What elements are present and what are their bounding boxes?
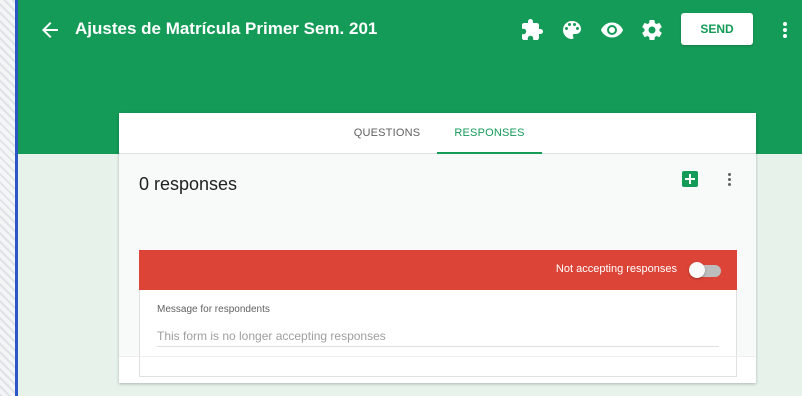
responses-panel: 0 responses Not accepting responses Mess…	[119, 154, 756, 377]
create-spreadsheet-icon[interactable]	[682, 171, 698, 187]
accepting-responses-toggle[interactable]	[689, 262, 721, 278]
form-title: Ajustes de Matrícula Primer Sem. 201	[75, 19, 378, 38]
more-vert-icon[interactable]	[781, 18, 789, 42]
tab-bar: QUESTIONS RESPONSES	[119, 113, 756, 154]
toggle-thumb	[689, 262, 705, 278]
more-dot	[783, 34, 787, 38]
preview-eye-icon[interactable]	[600, 18, 624, 42]
more-dot	[783, 22, 787, 26]
accepting-responses-bar: Not accepting responses	[139, 250, 737, 290]
more-dot	[728, 173, 731, 176]
tab-questions[interactable]: QUESTIONS	[337, 113, 437, 153]
form-card: QUESTIONS RESPONSES 0 responses Not acce…	[119, 113, 756, 383]
send-button[interactable]: SEND	[681, 13, 753, 45]
tab-responses[interactable]: RESPONSES	[437, 113, 542, 154]
addons-puzzle-icon[interactable]	[520, 18, 544, 42]
accepting-responses-label: Not accepting responses	[555, 263, 677, 275]
back-arrow-icon[interactable]	[38, 18, 62, 42]
more-dot	[728, 178, 731, 181]
more-dot	[783, 28, 787, 32]
card-divider	[119, 356, 756, 357]
palette-icon[interactable]	[560, 18, 584, 42]
message-label: Message for respondents	[157, 304, 270, 315]
message-box: Message for respondents	[139, 290, 737, 377]
more-dot	[728, 183, 731, 186]
responses-more-vert-icon[interactable]	[727, 172, 733, 188]
settings-gear-icon[interactable]	[640, 18, 664, 42]
page-edge-pattern	[0, 0, 15, 396]
responses-count: 0 responses	[139, 174, 238, 194]
message-input[interactable]	[157, 326, 719, 347]
